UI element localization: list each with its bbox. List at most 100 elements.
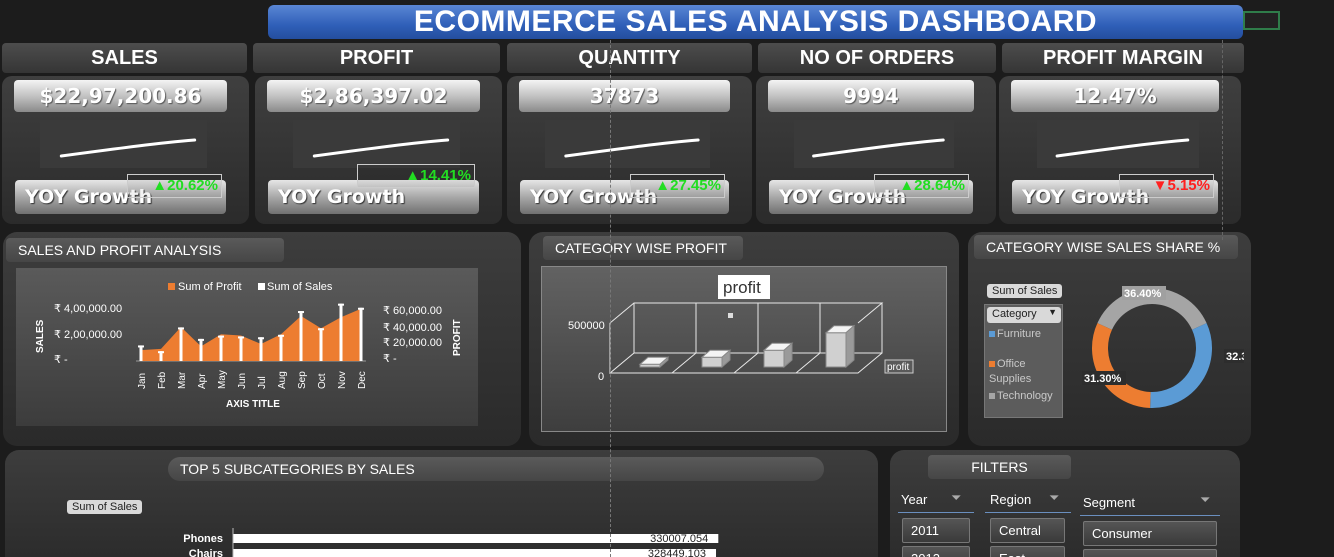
y-right-axis-title: PROFIT <box>452 319 463 356</box>
category-legend-box: Category ▼ Furniture Office Supplies Techn… <box>984 304 1063 418</box>
legend-swatch <box>989 361 995 367</box>
y-tick: 500000 <box>568 320 605 332</box>
kpi-card: $2,86,397.02 YOY Growth ▲14.41% <box>255 76 502 224</box>
x-tick-label: Nov <box>337 371 348 389</box>
yoy-growth-value: ▲27.45% <box>630 174 725 198</box>
x-tick-label: Mar <box>177 371 188 389</box>
page-break-line <box>610 40 611 557</box>
sales-bar-cap <box>198 338 204 341</box>
year-item-2012[interactable]: 2012 <box>902 546 970 557</box>
kpi-header: NO OF ORDERS <box>758 43 996 73</box>
kpi-header: PROFIT MARGIN <box>1002 43 1244 73</box>
sales-bar <box>219 335 223 361</box>
data-label: 31.30% <box>1084 373 1122 385</box>
clear-filter-icon[interactable]: ⏷ <box>951 490 961 506</box>
sales-bar <box>359 307 363 361</box>
clear-filter-icon[interactable]: ⏷ <box>1049 490 1059 506</box>
y-left-tick: ₹ - <box>54 354 68 366</box>
sales-bar <box>199 338 203 361</box>
bar-category-label: Phones <box>183 533 223 545</box>
subcategory-bar <box>233 549 717 557</box>
kpi-header: PROFIT <box>253 43 500 73</box>
legend-sales-label: Sum of Sales <box>267 281 333 293</box>
year-item-2011[interactable]: 2011 <box>902 518 970 543</box>
sales-profit-header: SALES AND PROFIT ANALYSIS <box>6 238 284 262</box>
sales-bar-cap <box>338 303 344 306</box>
filters-panel: FILTERS Year ⏷ 2011 2012 Region ⏷ Centra… <box>890 450 1240 557</box>
category-profit-header: CATEGORY WISE PROFIT <box>543 236 743 260</box>
segment-slicer-title: Segment <box>1083 495 1136 510</box>
region-item-east[interactable]: East <box>990 546 1065 557</box>
sales-bar-cap <box>278 334 284 337</box>
y-left-tick: ₹ 4,00,000.00 <box>54 303 122 315</box>
sales-bar-cap <box>218 335 224 338</box>
profit-bar <box>701 356 723 368</box>
profit-bar <box>825 332 847 368</box>
profit-area <box>141 308 361 361</box>
top-subcategories-field-button[interactable]: Sum of Sales <box>67 500 143 514</box>
legend-label: Office Supplies <box>989 358 1032 385</box>
category-filter-button[interactable]: Category ▼ <box>987 307 1061 323</box>
legend-label: Technology <box>997 390 1053 402</box>
y-tick: 0 <box>598 371 604 383</box>
region-slicer-title: Region <box>990 492 1032 507</box>
bar-category-label: Chairs <box>189 548 223 557</box>
category-profit-chart: profit 500000 0 profit <box>568 275 914 383</box>
page-break-line <box>1222 40 1223 240</box>
y-right-tick: ₹ 20,000.00 <box>383 337 442 349</box>
sales-profit-panel: SALES AND PROFIT ANALYSIS Sum of Profit S… <box>3 232 521 446</box>
sales-bar <box>139 345 143 361</box>
segment-item-next[interactable] <box>1083 549 1217 557</box>
sparkline-path <box>1055 138 1190 158</box>
sales-profit-chart: Sum of Profit Sum of Sales ₹ 4,00,000.00 ₹ … <box>35 281 463 410</box>
floor-grid <box>733 352 759 374</box>
slicer-divider <box>985 512 1071 513</box>
sales-bar-cap <box>358 307 364 310</box>
kpi-card: 9994 YOY Growth ▲28.64% <box>756 76 996 224</box>
x-tick-label: Sep <box>297 371 308 389</box>
sales-bar <box>279 334 283 361</box>
y-right-tick: ₹ 40,000.00 <box>383 322 442 334</box>
sales-bar-cap <box>138 345 144 348</box>
donut-slice <box>1097 288 1207 331</box>
legend-swatch <box>258 283 265 290</box>
frame-top <box>609 302 884 324</box>
legend-item: Office Supplies <box>989 357 1061 387</box>
sales-bar-cap <box>298 311 304 314</box>
yoy-growth-value: ▲14.41% <box>357 164 475 188</box>
segment-item-consumer[interactable]: Consumer <box>1083 521 1217 546</box>
category-share-header: CATEGORY WISE SALES SHARE % <box>974 235 1238 259</box>
slicer-divider <box>1080 515 1220 516</box>
top-subcategories-panel: TOP 5 SUBCATEGORIES BY SALES Sum of Sale… <box>5 450 878 557</box>
kpi-card: $22,97,200.86 YOY Growth ▲20.62% <box>2 76 249 224</box>
top-subcategories-header: TOP 5 SUBCATEGORIES BY SALES <box>168 457 824 481</box>
sales-bar-cap <box>318 328 324 331</box>
x-tick-label: Jan <box>137 373 148 389</box>
cell-selection-box[interactable] <box>1243 11 1280 30</box>
top-subcategories-chart: Phones 330007.054 Chairs 328449.103 <box>183 528 719 557</box>
segment-slicer: Segment ⏷ Consumer <box>1080 488 1220 557</box>
legend-swatch <box>168 283 175 290</box>
profit-bar <box>763 349 785 368</box>
sum-of-sales-field-button[interactable]: Sum of Sales <box>987 284 1063 298</box>
year-slicer: Year ⏷ 2011 2012 <box>898 488 974 557</box>
data-label: 36.40% <box>1124 288 1162 300</box>
sparkline-path <box>312 138 450 158</box>
legend-label: profit <box>887 362 909 373</box>
donut-slice <box>1092 323 1151 408</box>
sparkline-path <box>812 138 945 158</box>
sales-bar-cap <box>258 337 264 340</box>
category-filter-label: Category <box>992 308 1037 320</box>
subcategory-bar <box>233 534 719 543</box>
sales-bar <box>299 311 303 361</box>
legend-profit-label: Sum of Profit <box>178 281 242 293</box>
clear-filter-icon[interactable]: ⏷ <box>1200 492 1210 508</box>
region-item-central[interactable]: Central <box>990 518 1065 543</box>
floor-grid <box>795 352 821 374</box>
sales-bar <box>339 303 343 361</box>
x-axis-title: AXIS TITLE <box>226 399 280 410</box>
legend-swatch <box>989 393 995 399</box>
kpi-card: 37873 YOY Growth ▲27.45% <box>507 76 752 224</box>
x-tick-label: Dec <box>357 371 368 389</box>
bar-value-label: 330007.054 <box>650 533 708 545</box>
